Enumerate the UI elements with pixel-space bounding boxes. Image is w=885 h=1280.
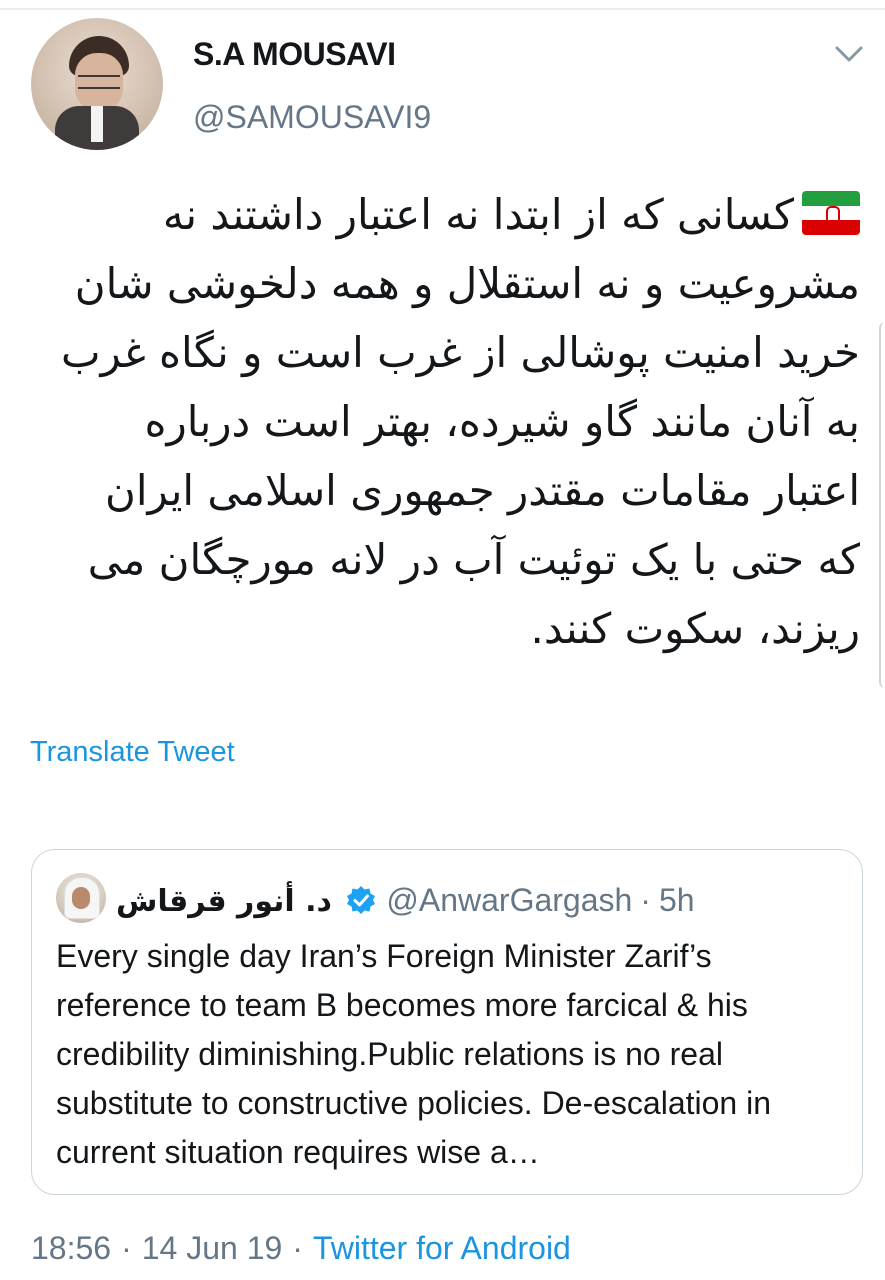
tweet-body: کسانی که از ابتدا نه اعتبار داشتند نه مش…	[61, 190, 860, 653]
quoted-avatar	[56, 873, 106, 923]
chevron-down-icon[interactable]	[832, 42, 866, 66]
tweet-meta: 18:56 · 14 Jun 19 · Twitter for Android	[31, 1230, 571, 1267]
top-divider	[0, 8, 885, 10]
meta-separator: ·	[121, 1230, 132, 1266]
meta-separator: ·	[292, 1230, 303, 1266]
quoted-header: د. أنور قرقاش @AnwarGargash · 5h	[116, 882, 695, 919]
tweet-source-link[interactable]: Twitter for Android	[313, 1230, 571, 1266]
scrollbar[interactable]	[879, 322, 885, 688]
quoted-author-handle: @AnwarGargash	[386, 882, 633, 918]
quoted-timestamp: 5h	[658, 882, 695, 918]
quoted-text: Every single day Iran’s Foreign Minister…	[56, 938, 772, 1170]
quoted-author-name: د. أنور قرقاش	[116, 884, 332, 919]
tweet-time: 18:56	[31, 1230, 112, 1266]
author-handle[interactable]: @SAMOUSAVI9	[193, 99, 431, 136]
quoted-tweet-card[interactable]: د. أنور قرقاش @AnwarGargash · 5h Every sin…	[31, 849, 863, 1195]
quoted-separator: ·	[640, 882, 651, 918]
verified-badge-icon	[347, 886, 376, 914]
avatar[interactable]	[31, 18, 163, 150]
author-name[interactable]: S.A MOUSAVI	[193, 36, 396, 73]
tweet-text: کسانی که از ابتدا نه اعتبار داشتند نه مش…	[50, 180, 860, 663]
tweet-date: 14 Jun 19	[141, 1230, 283, 1266]
translate-tweet-link[interactable]: Translate Tweet	[30, 736, 235, 769]
iran-flag-icon	[802, 191, 860, 235]
